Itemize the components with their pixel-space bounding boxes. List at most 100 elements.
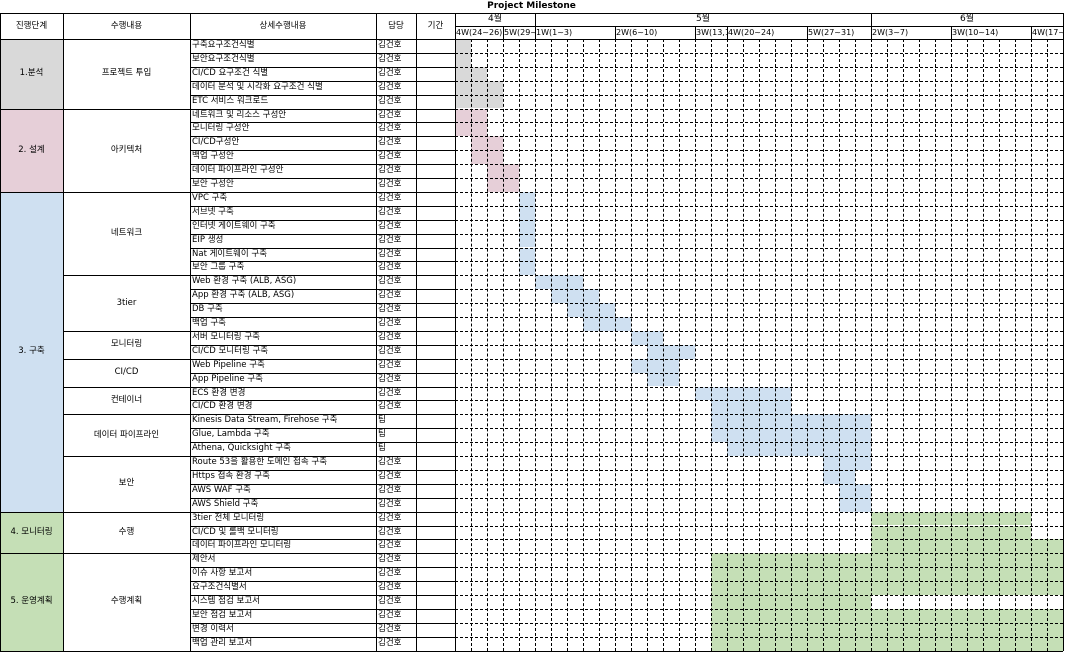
period-cell[interactable] bbox=[416, 248, 455, 262]
detail-cell[interactable]: 제안서 bbox=[190, 553, 376, 567]
owner-cell[interactable]: 김건호 bbox=[376, 164, 416, 178]
owner-cell[interactable]: 팀 bbox=[376, 442, 416, 456]
period-cell[interactable] bbox=[416, 414, 455, 428]
task-group-cell[interactable]: 데이터 파이프라인 bbox=[63, 414, 190, 456]
detail-cell[interactable]: CI/CD 및 롤백 모니터링 bbox=[190, 526, 376, 540]
detail-cell[interactable]: CI/CD 요구조건 식별 bbox=[190, 67, 376, 81]
detail-cell[interactable]: Nat 게이트웨이 구축 bbox=[190, 248, 376, 262]
detail-cell[interactable]: 네트워크 및 리소스 구성안 bbox=[190, 109, 376, 123]
owner-cell[interactable]: 김건호 bbox=[376, 53, 416, 67]
detail-cell[interactable]: Kinesis Data Stream, Firehose 구축 bbox=[190, 414, 376, 428]
week-header[interactable]: 3W(10~14) bbox=[951, 26, 1031, 39]
period-cell[interactable] bbox=[416, 95, 455, 109]
owner-cell[interactable]: 김건호 bbox=[376, 400, 416, 414]
detail-cell[interactable]: CI/CD 환경 변경 bbox=[190, 400, 376, 414]
owner-cell[interactable]: 김건호 bbox=[376, 526, 416, 540]
period-cell[interactable] bbox=[416, 512, 455, 526]
task-group-cell[interactable]: CI/CD bbox=[63, 359, 190, 387]
detail-cell[interactable]: 인터넷 게이트웨이 구축 bbox=[190, 220, 376, 234]
detail-cell[interactable]: ECS 환경 변경 bbox=[190, 387, 376, 401]
owner-cell[interactable]: 김건호 bbox=[376, 109, 416, 123]
period-cell[interactable] bbox=[416, 192, 455, 206]
week-header[interactable]: 3W(13,14, bbox=[695, 26, 727, 39]
owner-cell[interactable]: 김건호 bbox=[376, 567, 416, 581]
owner-cell[interactable]: 김건호 bbox=[376, 275, 416, 289]
header-detail[interactable]: 상세수행내용 bbox=[190, 13, 376, 39]
owner-cell[interactable]: 김건호 bbox=[376, 248, 416, 262]
header-period[interactable]: 기간 bbox=[416, 13, 455, 39]
task-group-cell[interactable]: 수행 bbox=[63, 512, 190, 554]
period-cell[interactable] bbox=[416, 484, 455, 498]
detail-cell[interactable]: 요구조건식별서 bbox=[190, 581, 376, 595]
detail-cell[interactable]: 데이터 파이프라인 구성안 bbox=[190, 164, 376, 178]
period-cell[interactable] bbox=[416, 526, 455, 540]
owner-cell[interactable]: 김건호 bbox=[376, 581, 416, 595]
detail-cell[interactable]: Route 53을 활용한 도메인 접속 구축 bbox=[190, 456, 376, 470]
period-cell[interactable] bbox=[416, 220, 455, 234]
detail-cell[interactable]: 모니터링 구성안 bbox=[190, 122, 376, 136]
task-group-cell[interactable]: 모니터링 bbox=[63, 331, 190, 359]
period-cell[interactable] bbox=[416, 234, 455, 248]
owner-cell[interactable]: 김건호 bbox=[376, 261, 416, 275]
month-header[interactable]: 5월 bbox=[535, 13, 871, 26]
owner-cell[interactable]: 김건호 bbox=[376, 373, 416, 387]
period-cell[interactable] bbox=[416, 595, 455, 609]
period-cell[interactable] bbox=[416, 428, 455, 442]
detail-cell[interactable]: VPC 구축 bbox=[190, 192, 376, 206]
task-group-cell[interactable]: 수행계획 bbox=[63, 553, 190, 650]
period-cell[interactable] bbox=[416, 109, 455, 123]
detail-cell[interactable]: 백업 구축 bbox=[190, 317, 376, 331]
detail-cell[interactable]: CI/CD 모니터링 구축 bbox=[190, 345, 376, 359]
month-header[interactable]: 4월 bbox=[455, 13, 535, 26]
period-cell[interactable] bbox=[416, 261, 455, 275]
period-cell[interactable] bbox=[416, 39, 455, 53]
detail-cell[interactable]: Athena, Quicksight 구축 bbox=[190, 442, 376, 456]
owner-cell[interactable]: 팀 bbox=[376, 414, 416, 428]
week-header[interactable]: 2W(6~10) bbox=[615, 26, 695, 39]
owner-cell[interactable]: 김건호 bbox=[376, 136, 416, 150]
week-header[interactable]: 2W(3~7) bbox=[871, 26, 951, 39]
detail-cell[interactable]: App 환경 구축 (ALB, ASG) bbox=[190, 289, 376, 303]
detail-cell[interactable]: EIP 생성 bbox=[190, 234, 376, 248]
task-group-cell[interactable]: 프로젝트 투입 bbox=[63, 39, 190, 109]
detail-cell[interactable]: 구축요구조건식별 bbox=[190, 39, 376, 53]
header-content[interactable]: 수행내용 bbox=[63, 13, 190, 39]
period-cell[interactable] bbox=[416, 81, 455, 95]
period-cell[interactable] bbox=[416, 567, 455, 581]
period-cell[interactable] bbox=[416, 470, 455, 484]
period-cell[interactable] bbox=[416, 456, 455, 470]
owner-cell[interactable]: 김건호 bbox=[376, 595, 416, 609]
detail-cell[interactable]: AWS WAF 구축 bbox=[190, 484, 376, 498]
period-cell[interactable] bbox=[416, 67, 455, 81]
period-cell[interactable] bbox=[416, 178, 455, 192]
period-cell[interactable] bbox=[416, 442, 455, 456]
phase-cell[interactable]: 2. 설계 bbox=[0, 108, 63, 192]
phase-cell[interactable]: 1.분석 bbox=[0, 39, 63, 109]
owner-cell[interactable]: 김건호 bbox=[376, 234, 416, 248]
owner-cell[interactable]: 김건호 bbox=[376, 317, 416, 331]
detail-cell[interactable]: Glue, Lambda 구축 bbox=[190, 428, 376, 442]
detail-cell[interactable]: 보안 구성안 bbox=[190, 178, 376, 192]
detail-cell[interactable]: Https 접속 환경 구축 bbox=[190, 470, 376, 484]
week-header[interactable]: 4W(24~26) bbox=[455, 26, 503, 39]
owner-cell[interactable]: 김건호 bbox=[376, 456, 416, 470]
detail-cell[interactable]: 보안 점검 보고서 bbox=[190, 609, 376, 623]
header-phase[interactable]: 진행단계 bbox=[0, 13, 63, 39]
period-cell[interactable] bbox=[416, 206, 455, 220]
period-cell[interactable] bbox=[416, 275, 455, 289]
task-group-cell[interactable]: 3tier bbox=[63, 275, 190, 331]
owner-cell[interactable]: 김건호 bbox=[376, 484, 416, 498]
owner-cell[interactable]: 김건호 bbox=[376, 220, 416, 234]
detail-cell[interactable]: 백업 구성안 bbox=[190, 150, 376, 164]
owner-cell[interactable]: 김건호 bbox=[376, 303, 416, 317]
owner-cell[interactable]: 김건호 bbox=[376, 359, 416, 373]
period-cell[interactable] bbox=[416, 387, 455, 401]
period-cell[interactable] bbox=[416, 581, 455, 595]
detail-cell[interactable]: 데이터 분석 및 시각화 요구조건 식별 bbox=[190, 81, 376, 95]
owner-cell[interactable]: 김건호 bbox=[376, 150, 416, 164]
task-group-cell[interactable]: 네트워크 bbox=[63, 192, 190, 275]
period-cell[interactable] bbox=[416, 289, 455, 303]
task-group-cell[interactable]: 아키텍처 bbox=[63, 109, 190, 192]
owner-cell[interactable]: 김건호 bbox=[376, 637, 416, 651]
phase-cell[interactable]: 5. 운영계획 bbox=[0, 553, 63, 651]
